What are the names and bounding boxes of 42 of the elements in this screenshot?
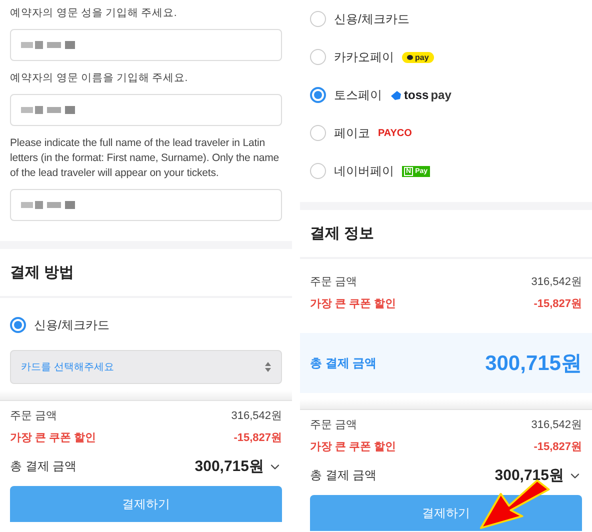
radio-button[interactable] (310, 87, 326, 103)
total-amount: 300,715원 (485, 351, 582, 377)
radio-button[interactable] (310, 163, 326, 179)
summary-label: 가장 큰 쿠폰 할인 (310, 440, 396, 454)
summary-amount: -15,827원 (534, 297, 582, 311)
summary-label: 주문 금액 (310, 275, 358, 289)
field-label: 예약자의 영문 성을 기입해 주세요. (10, 6, 178, 21)
total-label: 총 결제 금액 (10, 458, 77, 475)
summary-label: 가장 큰 쿠폰 할인 (10, 431, 96, 445)
field-label: Please indicate the full name of the lead traveler in Latin letters (in the format: First name, Surname). Only the name of the lead traveler will appear on your tickets. (10, 136, 280, 181)
summary-label: 주문 금액 (310, 418, 358, 432)
tosspay-logo: toss pay (390, 88, 452, 102)
summary-amount: 316,542원 (231, 409, 282, 423)
section-title: 결제 방법 (0, 249, 292, 298)
radio-button[interactable] (10, 317, 26, 333)
payco-logo: PAYCO (378, 128, 412, 138)
total-label: 총 결제 금액 (310, 467, 377, 484)
summary-label: 주문 금액 (10, 409, 58, 423)
summary-label: 가장 큰 쿠폰 할인 (310, 297, 396, 311)
radio-button[interactable] (310, 11, 326, 27)
radio-button[interactable] (310, 49, 326, 65)
section-title: 결제 정보 (300, 210, 592, 259)
total-label: 총 결제 금액 (310, 354, 377, 372)
payment-option-label[interactable]: 네이버페이 (334, 162, 394, 180)
input-field[interactable] (10, 94, 282, 126)
payment-option-label[interactable]: 토스페이 (334, 86, 382, 104)
summary-amount: -15,827원 (534, 440, 582, 454)
sort-arrows-icon (265, 362, 271, 372)
summary-amount: -15,827원 (234, 431, 282, 445)
payment-option-label[interactable]: 신용/체크카드 (34, 316, 110, 334)
input-field[interactable] (10, 29, 282, 61)
summary-amount: 316,542원 (531, 418, 582, 432)
kakaopay-logo: pay (402, 52, 434, 62)
payment-option-label[interactable]: 신용/체크카드 (334, 10, 410, 28)
payment-option-label[interactable]: 페이코 (334, 124, 370, 142)
total-amount: 300,715원 (494, 466, 564, 485)
summary-amount: 316,542원 (531, 275, 582, 289)
payment-option-label[interactable]: 카카오페이 (334, 48, 394, 66)
total-amount: 300,715원 (194, 457, 264, 476)
field-label: 예약자의 영문 이름을 기입해 주세요. (10, 71, 189, 86)
radio-button[interactable] (310, 125, 326, 141)
input-field[interactable] (10, 189, 282, 221)
